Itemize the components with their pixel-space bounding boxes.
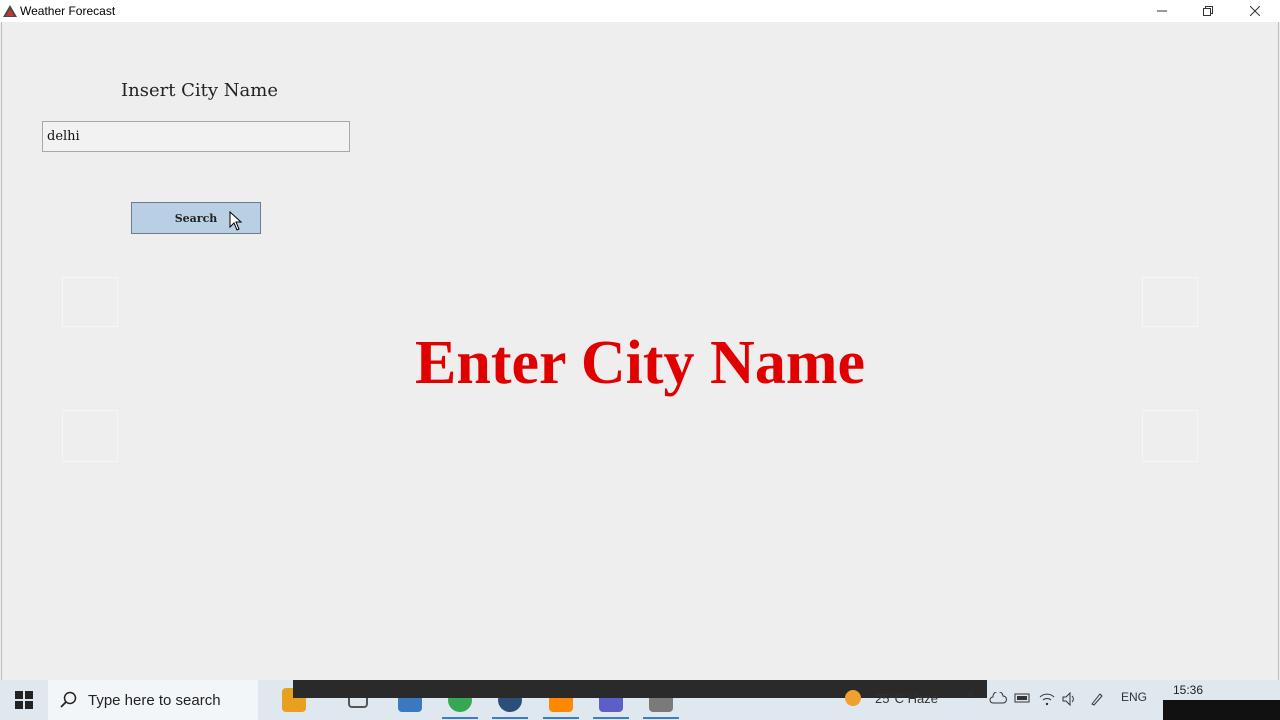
clock-time[interactable]: 15:36 xyxy=(1173,683,1203,697)
close-icon xyxy=(1250,6,1260,16)
chevron-up-icon[interactable]: ^ xyxy=(968,690,974,704)
title-bar: Weather Forecast xyxy=(0,0,1280,22)
minimize-button[interactable] xyxy=(1139,0,1185,22)
result-panel-frame xyxy=(1142,410,1198,462)
restore-button[interactable] xyxy=(1185,0,1231,22)
taskbar-search[interactable]: Type here to search xyxy=(48,680,258,720)
language-indicator[interactable]: ENG xyxy=(1121,690,1147,704)
mouse-cursor-icon xyxy=(229,211,243,231)
city-input[interactable] xyxy=(42,121,350,152)
screen-recorder-widget[interactable] xyxy=(1163,700,1280,720)
active-app-indicator xyxy=(492,717,528,719)
battery-icon[interactable] xyxy=(1014,692,1032,704)
weather-text: 25°C Haze xyxy=(875,690,939,706)
active-app-indicator xyxy=(593,717,629,719)
result-panel-frame xyxy=(62,277,118,327)
wifi-icon[interactable] xyxy=(1039,692,1055,706)
city-label: Insert City Name xyxy=(121,80,279,101)
weather-widget[interactable]: 25°C Haze xyxy=(845,690,938,706)
restore-icon xyxy=(1203,6,1213,16)
result-panel-frame xyxy=(62,410,118,462)
search-placeholder: Type here to search xyxy=(88,691,221,709)
active-app-indicator xyxy=(643,717,679,719)
active-app-indicator xyxy=(442,717,478,719)
result-panel-frame xyxy=(1142,277,1198,327)
window-title: Weather Forecast xyxy=(20,4,116,18)
minimize-icon xyxy=(1157,10,1167,12)
status-message: Enter City Name xyxy=(415,329,865,397)
close-button[interactable] xyxy=(1232,0,1278,22)
start-button[interactable] xyxy=(0,680,48,720)
volume-icon[interactable] xyxy=(1062,692,1078,706)
cloud-icon[interactable] xyxy=(989,692,1007,704)
windows-logo-icon xyxy=(15,691,33,709)
sun-icon xyxy=(845,690,861,706)
pen-icon[interactable] xyxy=(1090,692,1104,706)
java-app-icon xyxy=(3,5,17,17)
active-app-indicator xyxy=(543,717,579,719)
search-icon xyxy=(60,691,77,708)
